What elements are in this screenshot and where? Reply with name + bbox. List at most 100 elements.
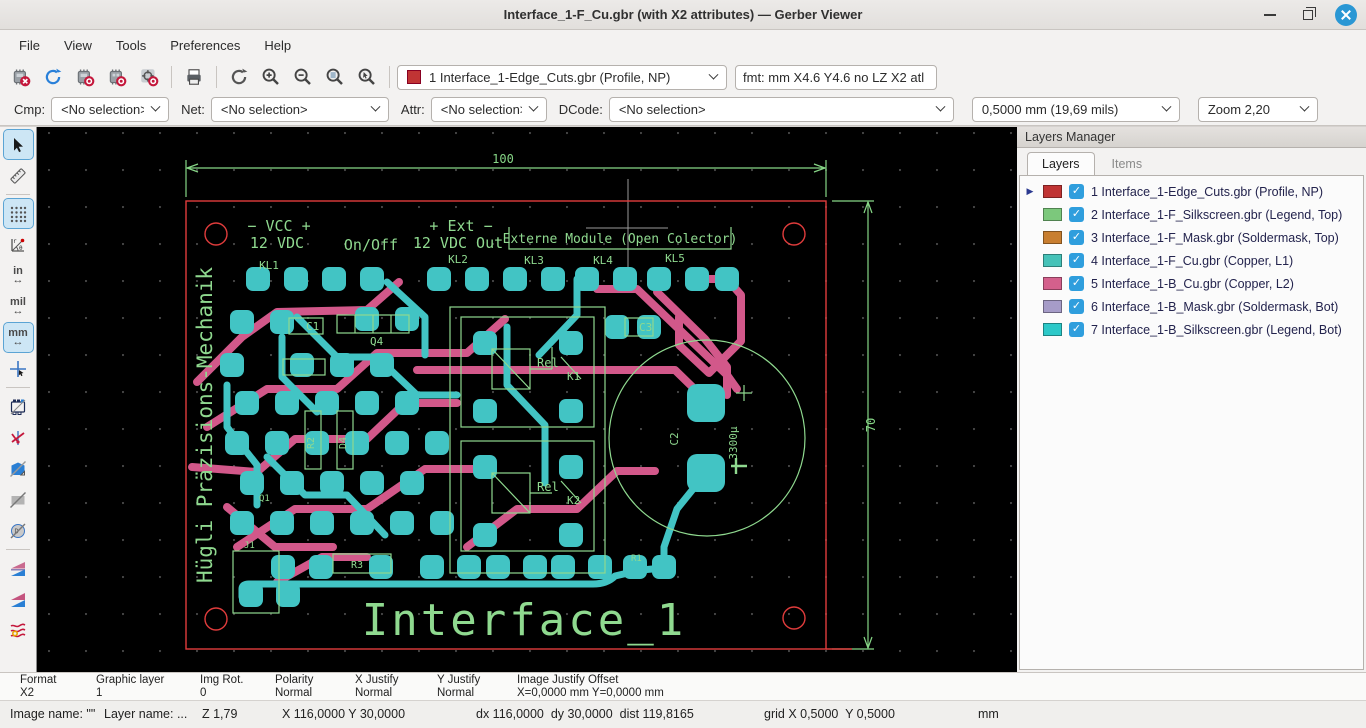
layer-visibility-checkbox[interactable]: ✓: [1069, 184, 1084, 199]
menu-item-view[interactable]: View: [53, 34, 103, 57]
layers-manager-tabs: Layers Items: [1017, 148, 1366, 175]
toolbar-separator: [6, 194, 30, 195]
active-layer-select[interactable]: 1 Interface_1-Edge_Cuts.gbr (Profile, NP…: [397, 64, 727, 90]
layer-visibility-checkbox[interactable]: ✓: [1069, 207, 1084, 222]
refresh-view-button[interactable]: [224, 63, 254, 91]
reload-all-layers-button[interactable]: [38, 63, 68, 91]
title-bar: Interface_1-F_Cu.gbr (with X2 attributes…: [0, 0, 1366, 30]
layers-mode-stacked-button[interactable]: [4, 585, 33, 614]
crosshair-cursor-icon: [10, 360, 26, 377]
zoom-out-button[interactable]: [288, 63, 318, 91]
layer-row[interactable]: ✓ 6 Interface_1-B_Mask.gbr (Soldermask, B…: [1020, 295, 1363, 318]
layer-label: 2 Interface_1-F_Silkscreen.gbr (Legend, …: [1091, 207, 1343, 222]
layer-list: ▶ ✓ 1 Interface_1-Edge_Cuts.gbr (Profile, …: [1019, 175, 1364, 670]
vcc-line1: − VCC +: [247, 217, 310, 235]
layer-color-swatch[interactable]: [1043, 277, 1062, 290]
measure-tool-button[interactable]: [4, 161, 33, 190]
layer-visibility-checkbox[interactable]: ✓: [1069, 230, 1084, 245]
layer-row[interactable]: ▶ ✓ 1 Interface_1-Edge_Cuts.gbr (Profile, …: [1020, 180, 1363, 203]
units-mils-button[interactable]: mil ↔: [4, 292, 33, 321]
maximize-button[interactable]: [1296, 3, 1320, 27]
units-inches-button[interactable]: in ↔: [4, 261, 33, 290]
q4-label: Q4: [370, 335, 384, 348]
select-tool-button[interactable]: [2, 129, 34, 160]
open-gerber-file-button[interactable]: [70, 63, 100, 91]
cmp-select[interactable]: <No selection>: [51, 97, 170, 122]
zoom-in-button[interactable]: [256, 63, 286, 91]
negative-ghost-button[interactable]: [4, 485, 33, 514]
open-job-file-button[interactable]: [134, 63, 164, 91]
status-grid: grid X 0,5000 Y 0,5000: [764, 707, 895, 721]
crosshair-cursor-button[interactable]: [4, 354, 33, 383]
lines-outline-button[interactable]: [4, 423, 33, 452]
layers-mode-diff-button[interactable]: [4, 616, 33, 645]
units-mm-icon: mm ↔: [8, 326, 28, 348]
zoom-fit-button[interactable]: [320, 63, 350, 91]
layer-visibility-checkbox[interactable]: ✓: [1069, 299, 1084, 314]
menu-item-tools[interactable]: Tools: [105, 34, 157, 57]
layer-visibility-checkbox[interactable]: ✓: [1069, 253, 1084, 268]
show-dcodes-button[interactable]: D: [4, 516, 33, 545]
minimize-button[interactable]: [1258, 3, 1282, 27]
zoom-selection-button[interactable]: [352, 63, 382, 91]
menu-item-file[interactable]: File: [8, 34, 51, 57]
dcode-select[interactable]: <No selection>: [608, 97, 954, 122]
layer-row[interactable]: ✓ 7 Interface_1-B_Silkscreen.gbr (Legend,…: [1020, 318, 1363, 341]
net-label: Net:: [181, 102, 205, 117]
flashed-outline-icon: [10, 399, 26, 415]
module-label: Externe Module (Open Colector): [503, 232, 738, 247]
status-bar: Image name: "" Layer name: ... Z 1,79 X …: [0, 700, 1366, 728]
layer-color-swatch[interactable]: [1043, 300, 1062, 313]
format-info-field[interactable]: fmt: mm X4.6 Y4.6 no LZ X2 atl: [735, 64, 937, 90]
status-units: mm: [978, 707, 999, 721]
print-button[interactable]: [179, 63, 209, 91]
polygons-outline-button[interactable]: [4, 454, 33, 483]
c3-label: C3: [639, 321, 652, 334]
close-button[interactable]: [1334, 3, 1358, 27]
status-cursor-xy: X 116,0000 Y 30,0000: [282, 707, 406, 721]
tab-items[interactable]: Items: [1097, 152, 1158, 175]
flashed-outline-button[interactable]: [4, 392, 33, 421]
menu-item-preferences[interactable]: Preferences: [159, 34, 251, 57]
show-dcodes-icon: D: [10, 523, 26, 538]
layer-color-swatch[interactable]: [1043, 231, 1062, 244]
toolbar-separator: [6, 549, 30, 550]
net-select[interactable]: <No selection>: [210, 97, 389, 122]
layer-row[interactable]: ✓ 3 Interface_1-F_Mask.gbr (Soldermask, T…: [1020, 226, 1363, 249]
grid-toggle-button[interactable]: [2, 198, 34, 229]
clear-all-layers-button[interactable]: [6, 63, 36, 91]
grid-select[interactable]: 0,5000 mm (19,69 mils): [971, 97, 1180, 122]
layer-color-swatch[interactable]: [1043, 254, 1062, 267]
layers-mode-normal-button[interactable]: [4, 554, 33, 583]
open-drill-file-button[interactable]: [102, 63, 132, 91]
attr-select[interactable]: <No selection>: [430, 97, 547, 122]
zoom-select[interactable]: Zoom 2,20: [1197, 97, 1318, 122]
layer-color-swatch[interactable]: [1043, 185, 1062, 198]
layer-row[interactable]: ✓ 5 Interface_1-B_Cu.gbr (Copper, L2): [1020, 272, 1363, 295]
layers-mode-diff-icon: [10, 623, 26, 637]
d4-label: D4: [338, 437, 349, 449]
menu-item-help[interactable]: Help: [253, 34, 302, 57]
layer-label: 6 Interface_1-B_Mask.gbr (Soldermask, Bo…: [1091, 299, 1339, 314]
layer-row[interactable]: ✓ 2 Interface_1-F_Silkscreen.gbr (Legend,…: [1020, 203, 1363, 226]
chevron-down-icon: [528, 101, 539, 112]
grid-toggle-icon: [10, 206, 27, 222]
layer-color-swatch[interactable]: [1043, 323, 1062, 336]
units-inches-icon: in ↔: [12, 264, 24, 286]
gerber-canvas[interactable]: 100 70 − VCC + 12 VDC On/Off + Ext − 12 …: [36, 127, 1017, 673]
layer-visibility-checkbox[interactable]: ✓: [1069, 276, 1084, 291]
polar-coords-button[interactable]: θr: [4, 230, 33, 259]
cmp-value: <No selection>: [61, 102, 145, 117]
tab-layers[interactable]: Layers: [1027, 152, 1095, 175]
maximize-icon: [1303, 7, 1316, 20]
status-relative-xy: dx 116,0000 dy 30,0000 dist 119,8165: [476, 707, 694, 721]
units-mm-button[interactable]: mm ↔: [2, 322, 34, 353]
layer-color-swatch[interactable]: [1043, 208, 1062, 221]
status-zoom: Z 1,79: [202, 707, 238, 721]
layer-row[interactable]: ✓ 4 Interface_1-F_Cu.gbr (Copper, L1): [1020, 249, 1363, 272]
layer-visibility-checkbox[interactable]: ✓: [1069, 322, 1084, 337]
select-tool-icon: [14, 137, 23, 152]
svg-text:r: r: [13, 238, 17, 245]
k1-label: K1: [567, 370, 580, 383]
layers-manager-title: Layers Manager: [1017, 127, 1366, 148]
